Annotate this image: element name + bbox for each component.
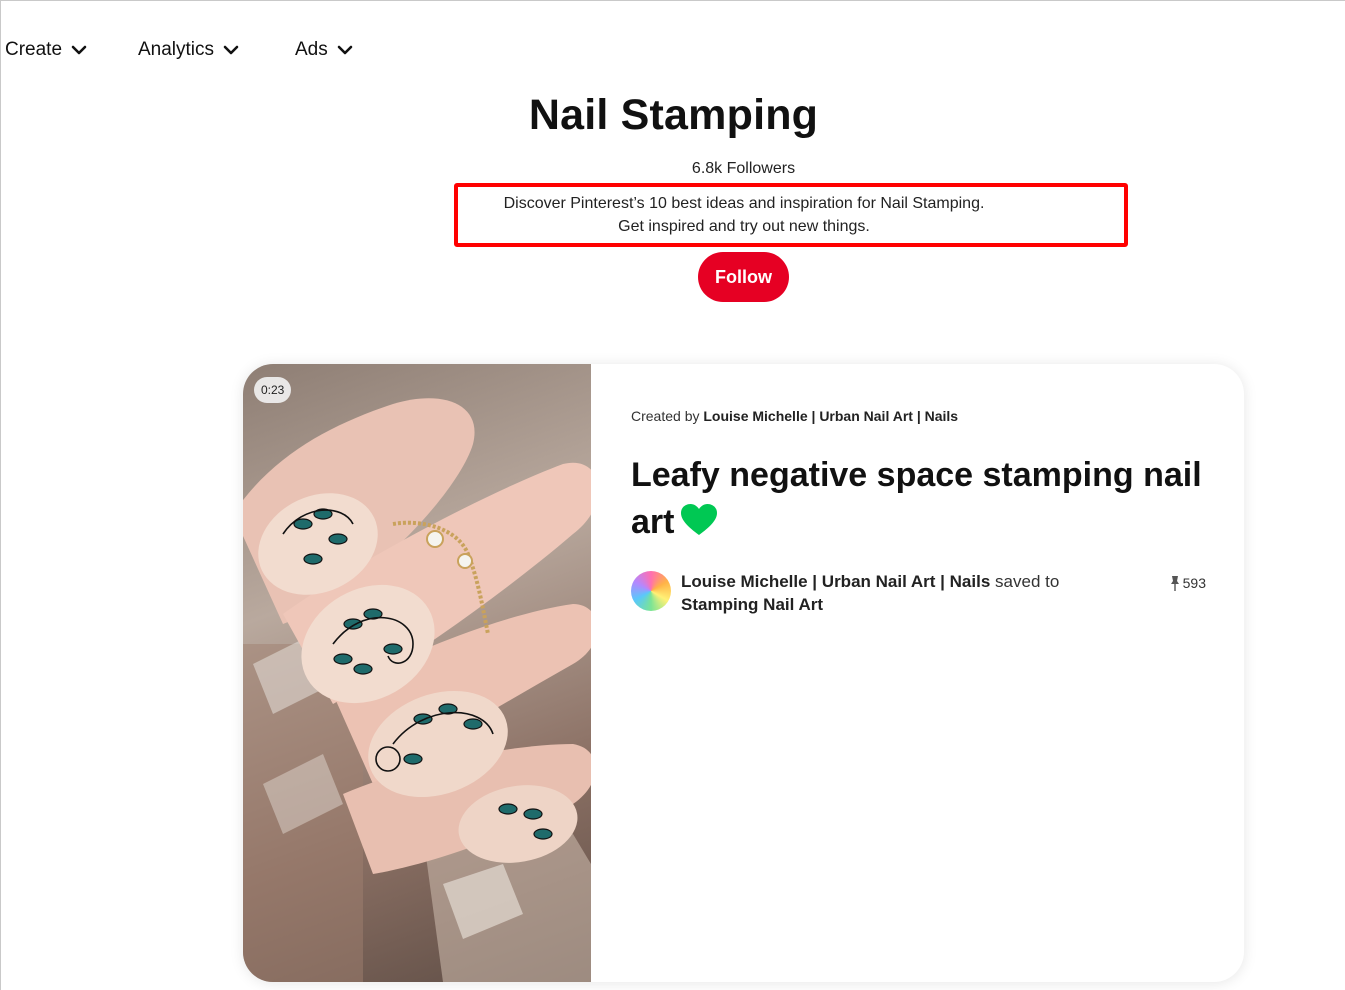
nav-analytics-label: Analytics <box>138 39 215 60</box>
save-count-value: 593 <box>1182 575 1206 591</box>
created-by: Created by Louise Michelle | Urban Nail … <box>631 408 958 424</box>
created-by-prefix: Created by <box>631 408 700 424</box>
board-description-line-2: Get inspired and try out new things. <box>618 218 870 235</box>
followers-count: 6.8k Followers <box>691 160 796 177</box>
green-heart-icon <box>681 504 718 535</box>
video-duration: 0:23 <box>254 377 292 403</box>
saved-by-text: Louise Michelle | Urban Nail Art | Nails… <box>681 570 1141 616</box>
chevron-down-icon <box>337 45 353 55</box>
avatar[interactable] <box>631 571 671 611</box>
saved-board-name[interactable]: Stamping Nail Art <box>681 595 823 614</box>
pin-video[interactable]: 0:23 <box>243 364 591 982</box>
board-description-line-1: Discover Pinterest’s 10 best ideas and i… <box>503 195 985 212</box>
pin-title: Leafy negative space stamping nail art <box>631 452 1211 546</box>
follow-button[interactable]: Follow <box>698 252 789 302</box>
saved-by-row: Louise Michelle | Urban Nail Art | Nails… <box>631 570 1206 620</box>
nav-create[interactable]: Create <box>5 39 87 61</box>
board-title: Nail Stamping <box>528 91 819 139</box>
nav-analytics[interactable]: Analytics <box>138 39 239 61</box>
nav-create-label: Create <box>5 39 63 60</box>
saved-to-text: saved to <box>995 572 1060 591</box>
saver-name[interactable]: Louise Michelle | Urban Nail Art | Nails <box>681 572 990 591</box>
pin-icon <box>1170 576 1179 591</box>
nav-ads-label: Ads <box>295 39 328 60</box>
chevron-down-icon <box>223 45 239 55</box>
save-count: 593 <box>1170 575 1206 591</box>
nail-art-image <box>243 398 591 982</box>
chevron-down-icon <box>71 45 87 55</box>
nav-ads[interactable]: Ads <box>295 39 353 61</box>
creator-name[interactable]: Louise Michelle | Urban Nail Art | Nails <box>703 408 958 424</box>
board-description: Discover Pinterest’s 10 best ideas and i… <box>454 192 1034 238</box>
pin-card: 0:23 Created by Louise Michelle | Urban … <box>243 364 1244 982</box>
